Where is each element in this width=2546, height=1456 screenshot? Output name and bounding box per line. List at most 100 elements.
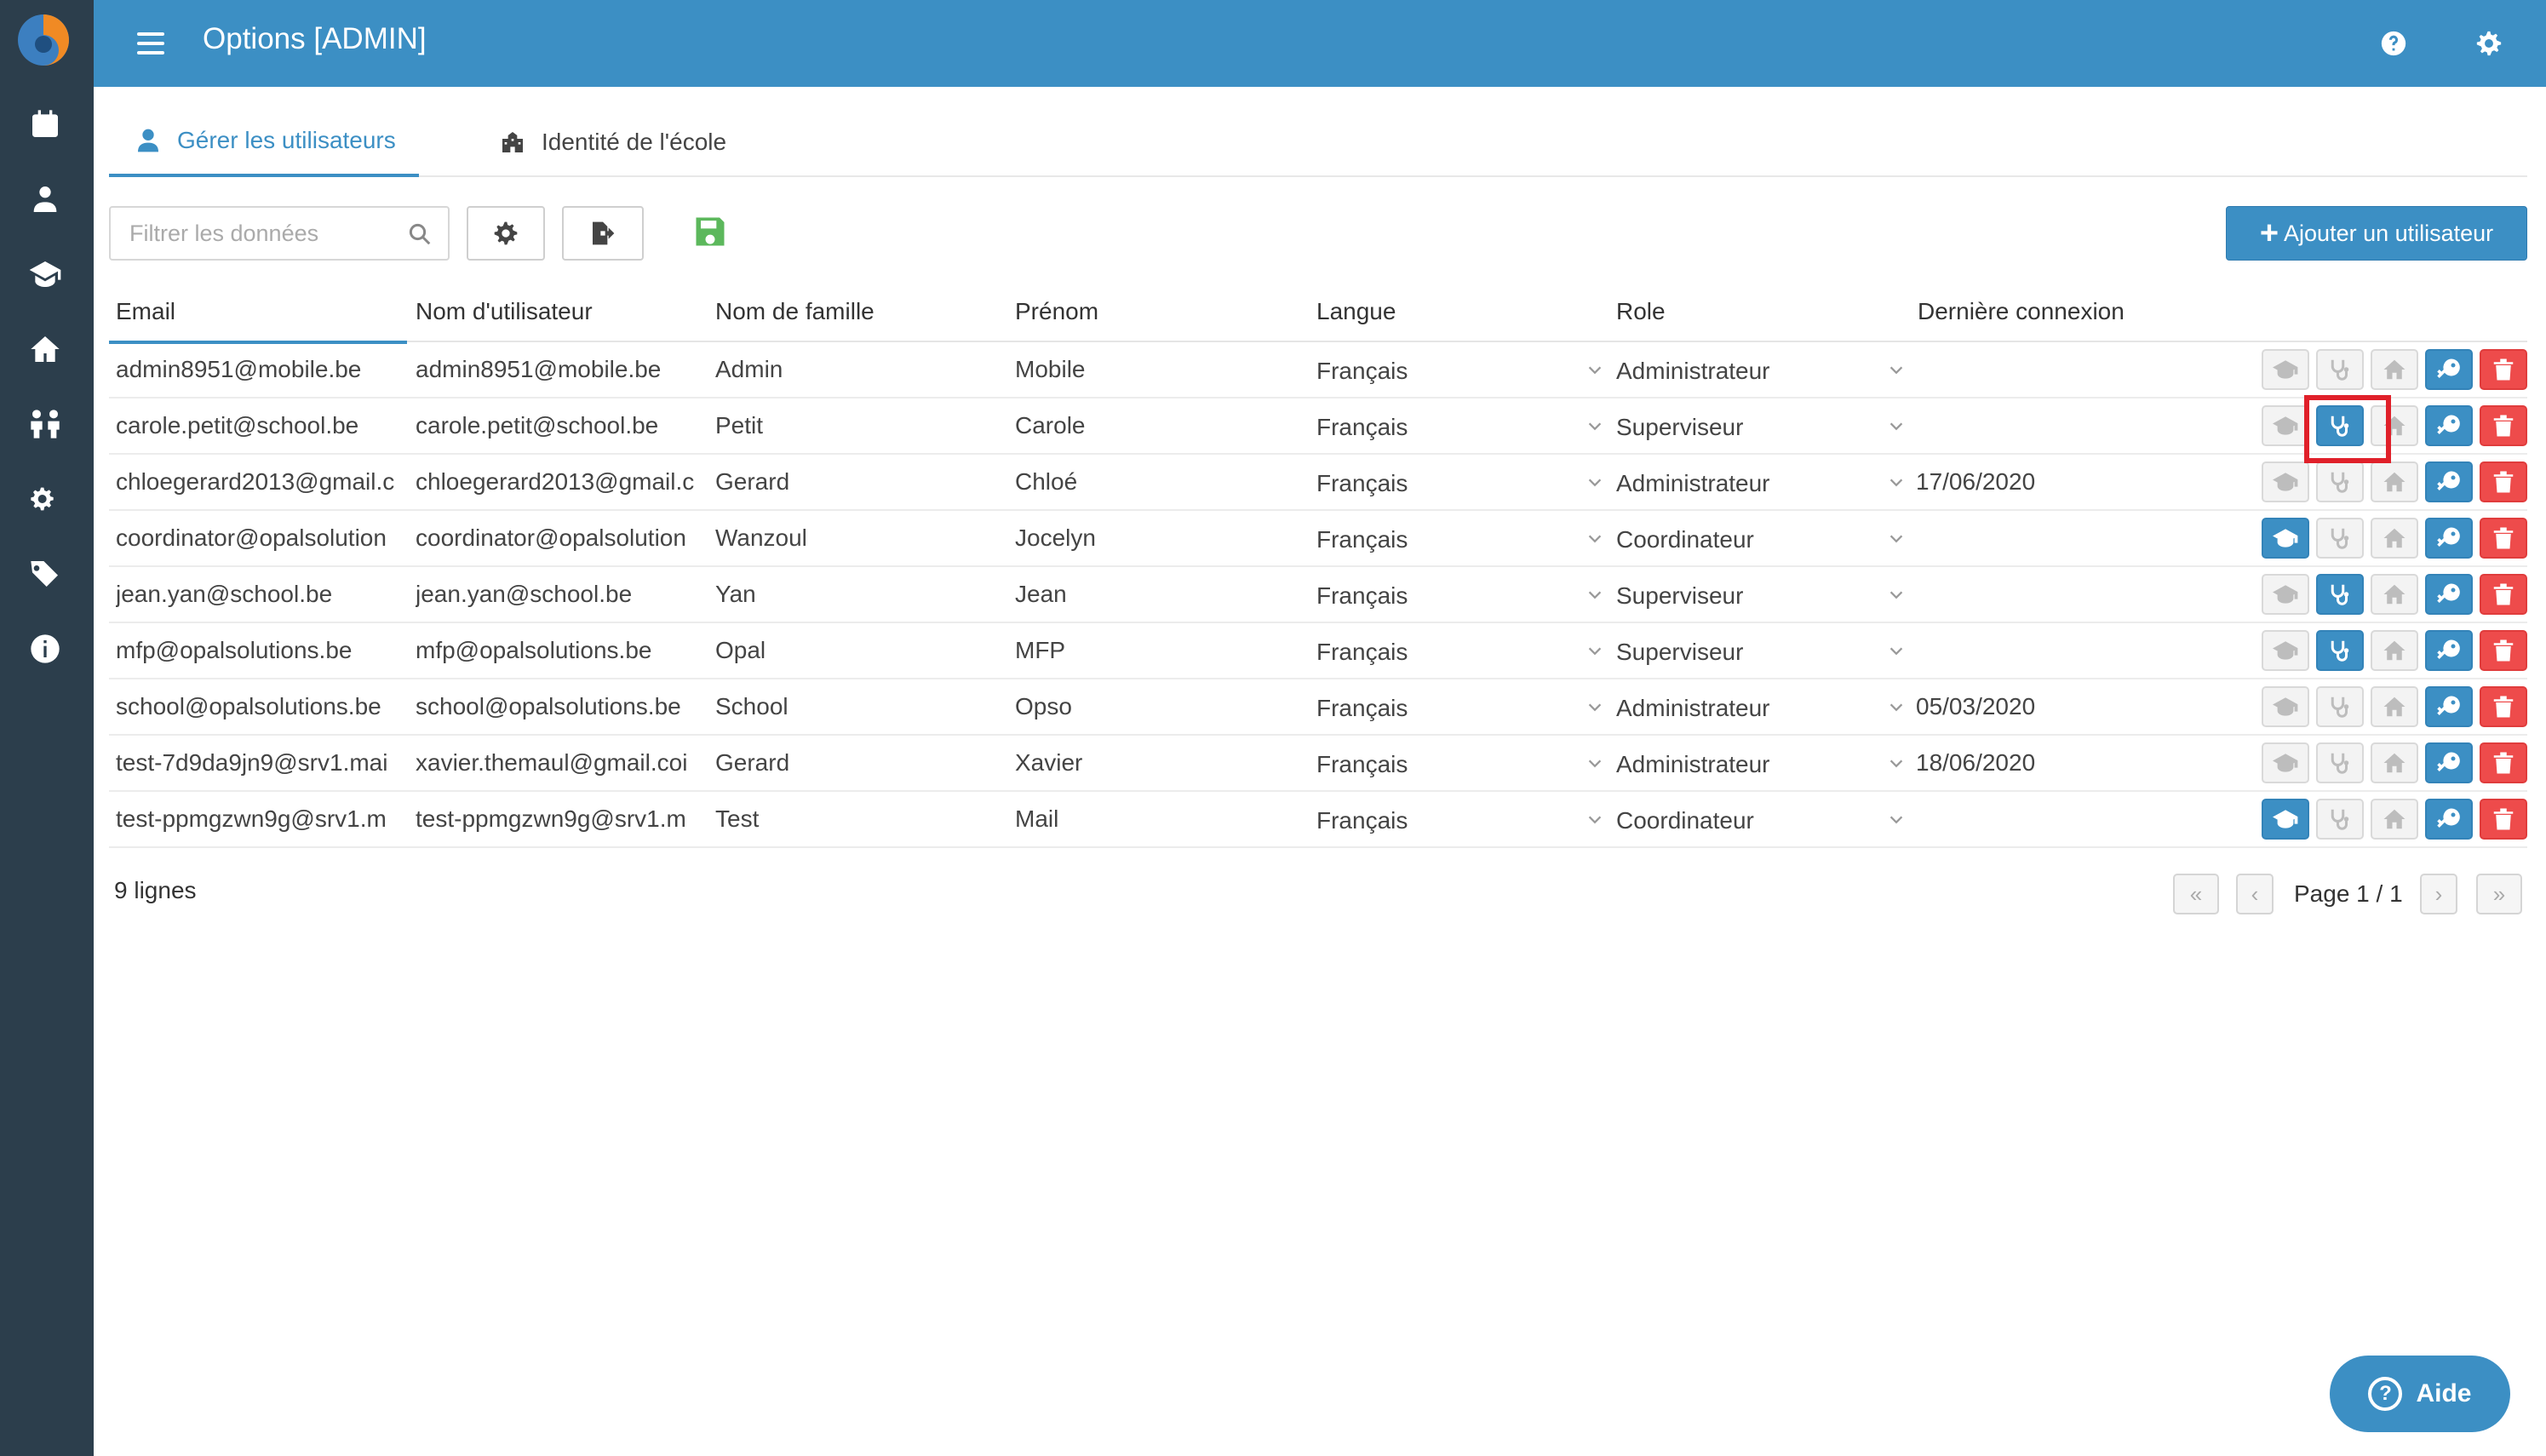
delete-user-button[interactable] [2480, 349, 2527, 390]
home-mode-button[interactable] [2371, 574, 2418, 615]
delete-user-button[interactable] [2480, 799, 2527, 840]
supervisor-mode-button[interactable] [2316, 461, 2364, 502]
role-select[interactable]: Superviseur [1616, 582, 1863, 610]
export-button[interactable] [562, 206, 644, 261]
chevron-down-icon[interactable] [1586, 361, 1604, 380]
chevron-down-icon[interactable] [1887, 642, 1906, 661]
reset-password-button[interactable] [2425, 349, 2473, 390]
student-mode-button[interactable] [2262, 574, 2309, 615]
role-select[interactable]: Superviseur [1616, 414, 1863, 441]
graduation-cap-icon[interactable] [21, 250, 69, 298]
reset-password-button[interactable] [2425, 742, 2473, 783]
table-row[interactable]: chloegerard2013@gmail.c chloegerard2013@g… [109, 455, 2527, 511]
column-header-role[interactable]: Role [1616, 298, 1666, 325]
role-select[interactable]: Coordinateur [1616, 526, 1863, 553]
column-header-firstname[interactable]: Prénom [1015, 298, 1098, 325]
supervisor-mode-button[interactable] [2316, 630, 2364, 671]
supervisor-mode-button[interactable] [2316, 518, 2364, 559]
column-header-last-login[interactable]: Dernière connexion [1918, 298, 2125, 325]
help-button[interactable]: ? Aide [2330, 1356, 2510, 1432]
calendar-icon[interactable] [21, 100, 69, 148]
student-mode-button[interactable] [2262, 518, 2309, 559]
table-row[interactable]: test-7d9da9jn9@srv1.mai xavier.themaul@gm… [109, 736, 2527, 792]
home-mode-button[interactable] [2371, 742, 2418, 783]
home-mode-button[interactable] [2371, 686, 2418, 727]
chevron-down-icon[interactable] [1586, 417, 1604, 436]
app-logo[interactable] [15, 12, 72, 68]
chevron-down-icon[interactable] [1887, 698, 1906, 717]
home-mode-button[interactable] [2371, 518, 2418, 559]
teacher-icon[interactable] [21, 175, 69, 223]
reset-password-button[interactable] [2425, 574, 2473, 615]
table-row[interactable]: carole.petit@school.be carole.petit@schoo… [109, 398, 2527, 455]
people-icon[interactable] [21, 400, 69, 448]
table-settings-button[interactable] [467, 206, 545, 261]
reset-password-button[interactable] [2425, 686, 2473, 727]
role-select[interactable]: Coordinateur [1616, 807, 1863, 834]
home-mode-button[interactable] [2371, 799, 2418, 840]
last-page-button[interactable]: » [2476, 874, 2522, 914]
language-select[interactable]: Français [1316, 751, 1529, 778]
chevron-down-icon[interactable] [1586, 811, 1604, 829]
gears-icon[interactable] [21, 475, 69, 523]
chevron-down-icon[interactable] [1586, 754, 1604, 773]
chevron-down-icon[interactable] [1887, 361, 1906, 380]
student-mode-button[interactable] [2262, 405, 2309, 446]
chevron-down-icon[interactable] [1887, 530, 1906, 548]
supervisor-mode-button[interactable] [2316, 686, 2364, 727]
language-select[interactable]: Français [1316, 807, 1529, 834]
home-icon[interactable] [21, 325, 69, 373]
delete-user-button[interactable] [2480, 405, 2527, 446]
chevron-down-icon[interactable] [1887, 417, 1906, 436]
gear-icon[interactable] [2471, 26, 2507, 61]
column-header-username[interactable]: Nom d'utilisateur [416, 298, 593, 325]
tab-school-identity[interactable]: Identité de l'école [499, 107, 726, 177]
first-page-button[interactable]: « [2173, 874, 2219, 914]
info-icon[interactable] [21, 625, 69, 673]
table-row[interactable]: jean.yan@school.be jean.yan@school.be Yan J… [109, 567, 2527, 623]
student-mode-button[interactable] [2262, 742, 2309, 783]
student-mode-button[interactable] [2262, 686, 2309, 727]
reset-password-button[interactable] [2425, 630, 2473, 671]
role-select[interactable]: Administrateur [1616, 470, 1863, 497]
student-mode-button[interactable] [2262, 349, 2309, 390]
student-mode-button[interactable] [2262, 799, 2309, 840]
delete-user-button[interactable] [2480, 686, 2527, 727]
chevron-down-icon[interactable] [1586, 586, 1604, 605]
next-page-button[interactable]: › [2420, 874, 2457, 914]
role-select[interactable]: Administrateur [1616, 358, 1863, 385]
search-input[interactable] [111, 208, 392, 259]
chevron-down-icon[interactable] [1586, 698, 1604, 717]
column-header-lastname[interactable]: Nom de famille [715, 298, 874, 325]
previous-page-button[interactable]: ‹ [2236, 874, 2274, 914]
chevron-down-icon[interactable] [1887, 811, 1906, 829]
reset-password-button[interactable] [2425, 405, 2473, 446]
language-select[interactable]: Français [1316, 582, 1529, 610]
language-select[interactable]: Français [1316, 358, 1529, 385]
role-select[interactable]: Superviseur [1616, 639, 1863, 666]
delete-user-button[interactable] [2480, 574, 2527, 615]
chevron-down-icon[interactable] [1586, 473, 1604, 492]
delete-user-button[interactable] [2480, 461, 2527, 502]
chevron-down-icon[interactable] [1586, 642, 1604, 661]
home-mode-button[interactable] [2371, 461, 2418, 502]
delete-user-button[interactable] [2480, 742, 2527, 783]
home-mode-button[interactable] [2371, 349, 2418, 390]
question-circle-icon[interactable] [2376, 26, 2411, 61]
role-select[interactable]: Administrateur [1616, 695, 1863, 722]
tags-icon[interactable] [21, 550, 69, 598]
student-mode-button[interactable] [2262, 461, 2309, 502]
language-select[interactable]: Français [1316, 526, 1529, 553]
tab-manage-users[interactable]: Gérer les utilisateurs [109, 107, 419, 177]
table-row[interactable]: coordinator@opalsolution coordinator@opal… [109, 511, 2527, 567]
delete-user-button[interactable] [2480, 630, 2527, 671]
search-field[interactable] [109, 206, 450, 261]
role-select[interactable]: Administrateur [1616, 751, 1863, 778]
table-row[interactable]: test-ppmgzwn9g@srv1.m test-ppmgzwn9g@srv1… [109, 792, 2527, 848]
chevron-down-icon[interactable] [1887, 754, 1906, 773]
table-row[interactable]: school@opalsolutions.be school@opalsoluti… [109, 679, 2527, 736]
language-select[interactable]: Français [1316, 470, 1529, 497]
language-select[interactable]: Français [1316, 695, 1529, 722]
reset-password-button[interactable] [2425, 461, 2473, 502]
supervisor-mode-button[interactable] [2316, 349, 2364, 390]
